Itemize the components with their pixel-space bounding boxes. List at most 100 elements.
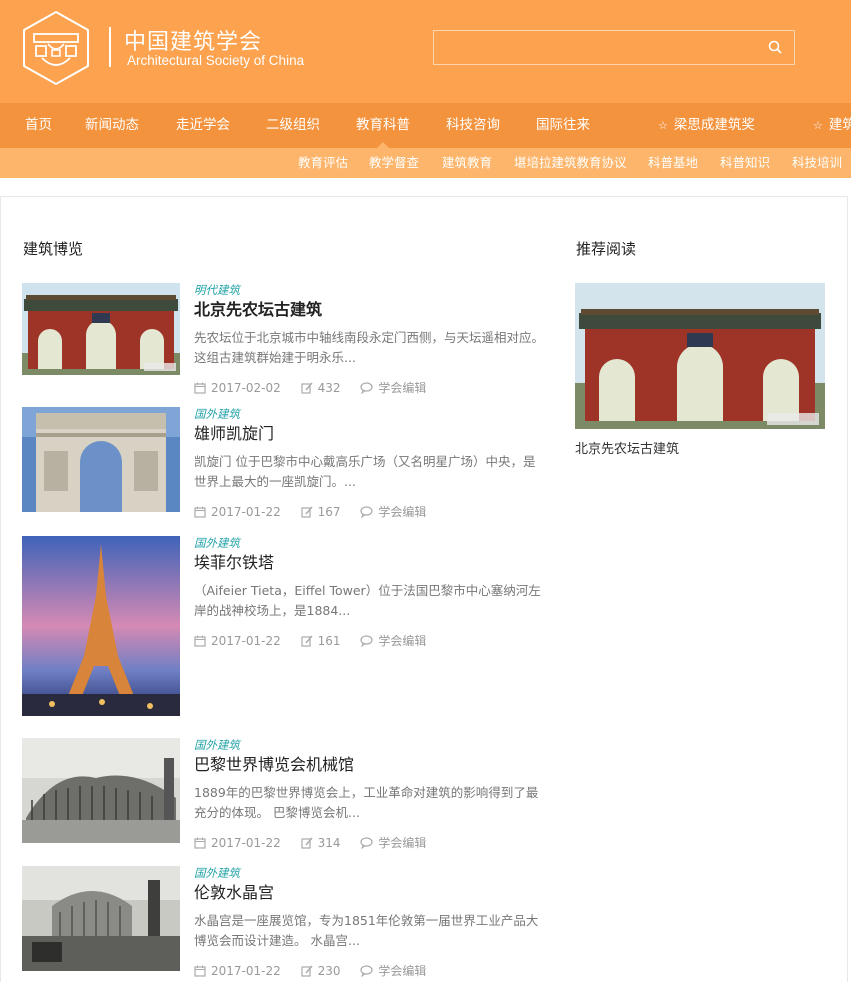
tower-image-icon	[22, 536, 180, 716]
comment-icon	[360, 634, 373, 647]
article-author: 学会编辑	[360, 834, 426, 851]
star-icon: ☆	[813, 119, 823, 132]
calendar-icon	[194, 837, 206, 849]
article-views: 314	[300, 835, 341, 850]
edit-icon	[300, 506, 313, 518]
date-text: 2017-01-22	[211, 963, 281, 978]
comment-icon	[360, 836, 373, 849]
article-thumbnail[interactable]	[22, 407, 180, 512]
logo-chinese-name[interactable]: 中国建筑学会	[124, 24, 262, 56]
article-date: 2017-02-02	[194, 380, 281, 395]
article-category[interactable]: 明代建筑	[194, 283, 546, 297]
article-info: 2017-01-22 314 学会编辑	[194, 834, 546, 850]
nav-item-label: 梁思成建筑奖	[673, 117, 755, 133]
subnav-item-canberra-accord[interactable]: 堪培拉建筑教育协议	[514, 148, 627, 178]
article-author: 学会编辑	[360, 503, 426, 520]
gate-image-icon	[22, 283, 180, 375]
recommended-thumbnail[interactable]	[575, 283, 825, 429]
article-category[interactable]: 国外建筑	[194, 866, 546, 880]
edit-icon	[300, 837, 313, 849]
article-category[interactable]: 国外建筑	[194, 738, 546, 752]
nav-item-branches[interactable]: 二级组织	[266, 103, 320, 148]
article-date: 2017-01-22	[194, 504, 281, 519]
article-title[interactable]: 巴黎世界博览会机械馆	[194, 753, 546, 777]
logo-divider	[109, 27, 111, 67]
edit-icon	[300, 965, 313, 977]
article-views: 230	[300, 963, 340, 978]
nav-item-architecture[interactable]: ☆ 建筑	[813, 103, 851, 148]
search-input[interactable]	[434, 31, 754, 64]
author-text: 学会编辑	[378, 505, 427, 519]
views-text: 314	[317, 835, 341, 850]
nav-item-label: 建筑	[828, 117, 851, 133]
recommended-title[interactable]: 北京先农坛古建筑	[575, 438, 679, 457]
article-title[interactable]: 雄师凯旋门	[194, 422, 546, 446]
subnav-item-training[interactable]: 科技培训	[792, 148, 842, 178]
article-meta: 国外建筑 巴黎世界博览会机械馆 1889年的巴黎世界博览会上，工业革命对建筑的影…	[194, 738, 546, 850]
edit-icon	[300, 382, 313, 394]
date-text: 2017-02-02	[211, 380, 281, 395]
sub-nav: 教育评估 教学督查 建筑教育 堪培拉建筑教育协议 科普基地 科普知识 科技培训	[0, 148, 851, 178]
nav-item-liang-award[interactable]: ☆ 梁思成建筑奖	[658, 103, 755, 148]
article-category[interactable]: 国外建筑	[194, 407, 546, 421]
article-item: 国外建筑 雄师凯旋门 凯旋门 位于巴黎市中心戴高乐广场（又名明星广场）中央，是世…	[22, 407, 547, 519]
article-excerpt: 凯旋门 位于巴黎市中心戴高乐广场（又名明星广场）中央，是世界上最大的一座凯旋门。…	[194, 454, 536, 489]
article-item: 国外建筑 巴黎世界博览会机械馆 1889年的巴黎世界博览会上，工业革命对建筑的影…	[22, 738, 547, 850]
article-date: 2017-01-22	[194, 835, 281, 850]
article-info: 2017-01-22 161 学会编辑	[194, 632, 546, 648]
article-info: 2017-01-22 167 学会编辑	[194, 503, 546, 519]
article-meta: 国外建筑 雄师凯旋门 凯旋门 位于巴黎市中心戴高乐广场（又名明星广场）中央，是世…	[194, 407, 546, 519]
views-text: 161	[317, 633, 341, 648]
subnav-item-evaluation[interactable]: 教育评估	[298, 148, 348, 178]
comment-icon	[360, 381, 373, 394]
nav-item-international[interactable]: 国际往来	[536, 103, 590, 148]
article-meta: 明代建筑 北京先农坛古建筑 先农坛位于北京城市中轴线南段永定门西侧，与天坛遥相对…	[194, 283, 546, 395]
article-date: 2017-01-22	[194, 633, 281, 648]
article-title[interactable]: 北京先农坛古建筑	[194, 298, 546, 322]
subnav-item-science-base[interactable]: 科普基地	[648, 148, 698, 178]
date-text: 2017-01-22	[211, 633, 281, 648]
asc-logo-icon[interactable]	[22, 10, 90, 86]
article-item: 国外建筑 伦敦水晶宫 水晶宫是一座展览馆，专为1851年伦敦第一届世界工业产品大…	[22, 866, 547, 978]
nav-item-label: 走近学会	[176, 117, 230, 133]
subnav-item-inspection[interactable]: 教学督查	[369, 148, 419, 178]
gate-image-icon	[575, 283, 825, 429]
article-views: 167	[300, 504, 341, 519]
author-text: 学会编辑	[378, 381, 427, 395]
nav-item-home[interactable]: 首页	[25, 103, 52, 148]
calendar-icon	[194, 635, 206, 647]
article-views: 432	[300, 380, 340, 395]
logo-english-name[interactable]: Architectural Society of China	[127, 53, 304, 68]
nav-item-education[interactable]: 教育科普	[356, 103, 410, 148]
nav-item-label: 教育科普	[356, 117, 410, 133]
search-box	[433, 30, 795, 65]
author-text: 学会编辑	[378, 836, 427, 850]
crystal-palace-image-icon	[22, 866, 180, 971]
subnav-item-science-knowledge[interactable]: 科普知识	[720, 148, 770, 178]
comment-icon	[360, 505, 373, 518]
article-excerpt: 先农坛位于北京城市中轴线南段永定门西侧，与天坛遥相对应。这组古建筑群始建于明永乐…	[194, 330, 545, 365]
article-category[interactable]: 国外建筑	[194, 536, 546, 550]
article-excerpt: （Aifeier Tieta，Eiffel Tower）位于法国巴黎市中心塞纳河…	[194, 583, 541, 618]
nav-item-news[interactable]: 新闻动态	[85, 103, 139, 148]
article-thumbnail[interactable]	[22, 738, 180, 843]
comment-icon	[360, 964, 373, 977]
subnav-item-arch-education[interactable]: 建筑教育	[442, 148, 492, 178]
article-thumbnail[interactable]	[22, 536, 180, 716]
views-text: 167	[317, 504, 341, 519]
article-thumbnail[interactable]	[22, 866, 180, 971]
article-meta: 国外建筑 伦敦水晶宫 水晶宫是一座展览馆，专为1851年伦敦第一届世界工业产品大…	[194, 866, 546, 978]
nav-item-label: 国际往来	[536, 117, 590, 133]
nav-item-consulting[interactable]: 科技咨询	[446, 103, 500, 148]
nav-item-label: 新闻动态	[85, 117, 139, 133]
article-title[interactable]: 伦敦水晶宫	[194, 881, 546, 905]
author-text: 学会编辑	[378, 964, 427, 978]
article-meta: 国外建筑 埃菲尔铁塔 （Aifeier Tieta，Eiffel Tower）位…	[194, 536, 546, 648]
search-icon[interactable]	[768, 40, 782, 54]
article-views: 161	[300, 633, 341, 648]
article-item: 国外建筑 埃菲尔铁塔 （Aifeier Tieta，Eiffel Tower）位…	[22, 536, 547, 716]
nav-item-about[interactable]: 走近学会	[176, 103, 230, 148]
article-title[interactable]: 埃菲尔铁塔	[194, 551, 546, 575]
machinery-hall-image-icon	[22, 738, 180, 843]
article-thumbnail[interactable]	[22, 283, 180, 375]
